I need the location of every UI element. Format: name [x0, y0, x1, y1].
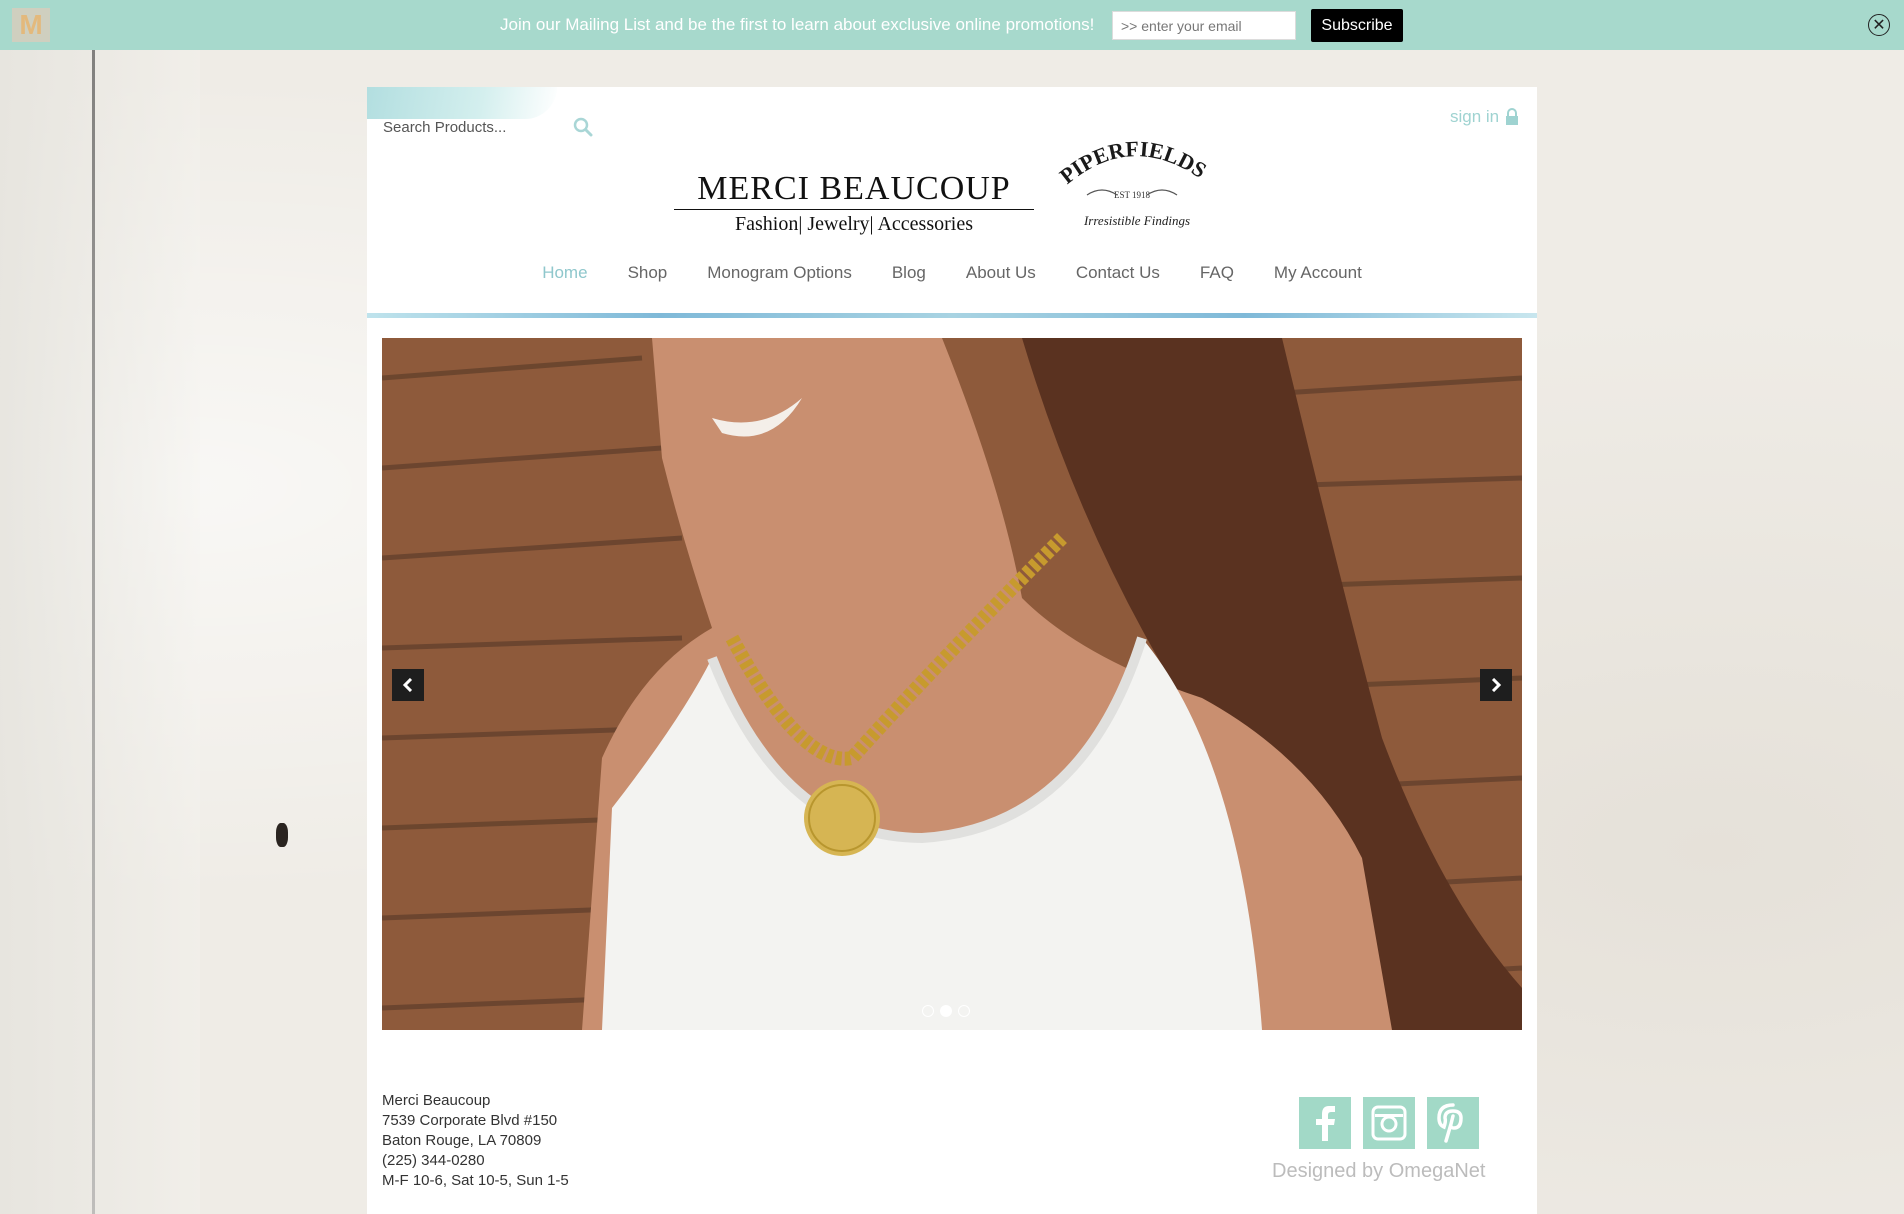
nav-monogram-options[interactable]: Monogram Options [687, 263, 872, 283]
nav-home[interactable]: Home [522, 263, 607, 283]
instagram-icon[interactable] [1363, 1097, 1415, 1149]
wall-texture [0, 50, 200, 1214]
main-nav: Home Shop Monogram Options Blog About Us… [367, 263, 1537, 283]
email-field[interactable] [1112, 11, 1296, 40]
mailing-list-text: Join our Mailing List and be the first t… [500, 15, 1095, 34]
chevron-right-icon [1491, 678, 1502, 692]
site-mini-logo[interactable]: M [12, 8, 50, 42]
sign-in-label: sign in [1450, 107, 1500, 126]
logo-title: MERCI BEAUCOUP [697, 170, 1011, 207]
nav-blog[interactable]: Blog [872, 263, 946, 283]
store-hours: M-F 10-6, Sat 10-5, Sun 1-5 [382, 1172, 569, 1189]
wall-spot [276, 823, 288, 847]
phone-number: (225) 344-0280 [382, 1152, 485, 1169]
close-icon[interactable]: ✕ [1868, 14, 1890, 36]
chevron-left-icon [402, 678, 413, 692]
piperfields-logo[interactable]: PIPERFIELDS EST 1918 Irresistible Findin… [1057, 135, 1207, 235]
slider-dot-2[interactable] [940, 1005, 952, 1017]
search-icon[interactable] [573, 117, 593, 137]
lock-icon [1506, 108, 1519, 125]
social-links [1299, 1097, 1479, 1149]
pinterest-icon[interactable] [1427, 1097, 1479, 1149]
svg-text:PIPERFIELDS: PIPERFIELDS [1057, 136, 1207, 189]
facebook-icon[interactable] [1299, 1097, 1351, 1149]
sign-in-link[interactable]: sign in [1450, 107, 1519, 127]
svg-text:EST 1918: EST 1918 [1114, 190, 1151, 200]
slider-dots [922, 1005, 970, 1017]
address-line: Merci Beaucoup [382, 1092, 491, 1109]
address-line: Baton Rouge, LA 70809 [382, 1132, 542, 1149]
page-card: sign in MERCI BEAUCOUP Fashion| Jewelry|… [367, 87, 1537, 1214]
mailing-list-bar: M Join our Mailing List and be the first… [0, 0, 1904, 50]
nav-contact-us[interactable]: Contact Us [1056, 263, 1180, 283]
address-line: 7539 Corporate Blvd #150 [382, 1112, 558, 1129]
designed-by-credit[interactable]: Designed by OmegaNet [1272, 1160, 1485, 1183]
nav-shop[interactable]: Shop [608, 263, 688, 283]
slider-prev-button[interactable] [392, 669, 424, 701]
nav-about-us[interactable]: About Us [946, 263, 1056, 283]
slider-next-button[interactable] [1480, 669, 1512, 701]
nav-faq[interactable]: FAQ [1180, 263, 1254, 283]
hero-image [382, 338, 1522, 1030]
hero-slider[interactable] [382, 338, 1522, 1030]
subscribe-button[interactable]: Subscribe [1311, 9, 1403, 42]
logo-divider [674, 209, 1034, 210]
slider-dot-1[interactable] [922, 1005, 934, 1017]
nav-divider [367, 313, 1537, 318]
slider-dot-3[interactable] [958, 1005, 970, 1017]
merci-beaucoup-logo[interactable]: MERCI BEAUCOUP Fashion| Jewelry| Accesso… [674, 171, 1034, 236]
nav-my-account[interactable]: My Account [1254, 263, 1382, 283]
search-input[interactable] [381, 115, 575, 139]
store-address: Merci Beaucoup 7539 Corporate Blvd #150 … [382, 1091, 569, 1191]
logo-subtitle: Fashion| Jewelry| Accessories [735, 213, 973, 235]
wall-crack [92, 50, 95, 1214]
svg-text:Irresistible Findings: Irresistible Findings [1083, 213, 1190, 228]
